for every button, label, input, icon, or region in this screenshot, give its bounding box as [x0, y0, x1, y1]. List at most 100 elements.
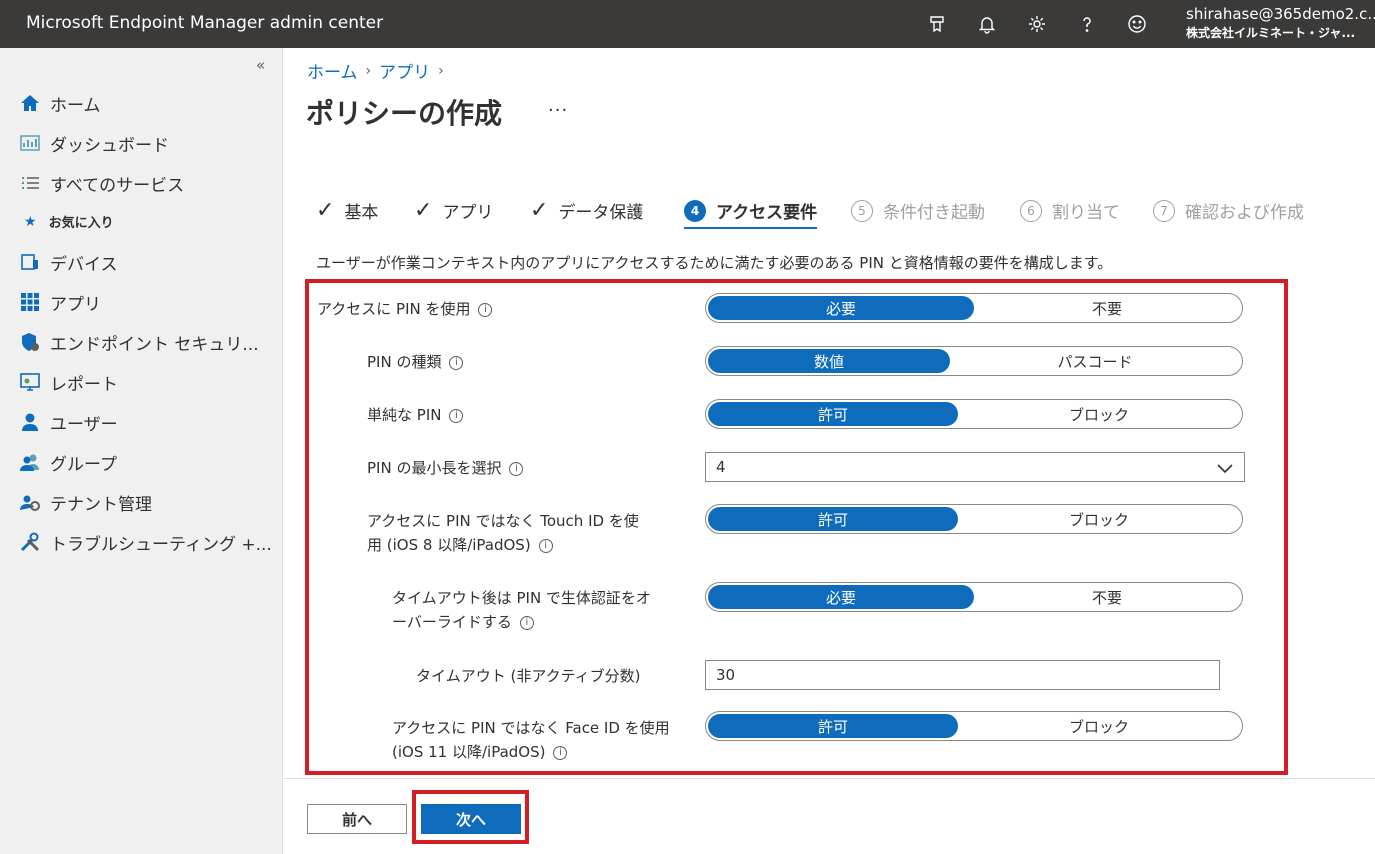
- app-title[interactable]: Microsoft Endpoint Manager admin center: [26, 13, 383, 33]
- top-bar: Microsoft Endpoint Manager admin center …: [0, 0, 1375, 48]
- sidebar-item-label: レポート: [50, 374, 118, 395]
- step-assignments[interactable]: 6 割り当て: [1020, 198, 1120, 223]
- pin-access-label: アクセスに PIN を使用 i: [317, 297, 493, 321]
- user-icon: [18, 410, 42, 434]
- feedback-icon[interactable]: [924, 11, 950, 37]
- step-apps[interactable]: ✓ アプリ: [414, 198, 493, 223]
- smiley-icon[interactable]: [1124, 11, 1150, 37]
- min-length-label: PIN の最小長を選択 i: [367, 456, 524, 480]
- group-icon: [18, 450, 42, 474]
- toggle-option-block[interactable]: ブロック: [958, 507, 1240, 531]
- simple-pin-label: 単純な PIN i: [367, 403, 464, 427]
- next-highlight-box: [412, 790, 529, 844]
- toggle-option-allow[interactable]: 許可: [708, 714, 958, 738]
- list-icon: [18, 171, 42, 195]
- star-icon: ★: [24, 213, 37, 230]
- sidebar-item-label: ダッシュボード: [50, 135, 169, 156]
- info-icon[interactable]: i: [538, 538, 553, 553]
- sidebar-item-groups[interactable]: グループ: [18, 448, 117, 476]
- toggle-option-required[interactable]: 必要: [708, 585, 974, 609]
- bell-icon[interactable]: [974, 11, 1000, 37]
- info-icon[interactable]: i: [509, 461, 524, 476]
- toggle-option-numeric[interactable]: 数値: [708, 349, 950, 373]
- info-icon[interactable]: i: [519, 615, 534, 630]
- breadcrumb-apps-link[interactable]: アプリ: [379, 58, 430, 83]
- home-icon: [18, 91, 42, 115]
- devices-icon: [18, 250, 42, 274]
- sidebar-item-label: デバイス: [50, 254, 118, 275]
- toggle-option-block[interactable]: ブロック: [958, 714, 1240, 738]
- footer-divider: [283, 778, 1375, 779]
- account-email: shirahase@365demo2.c...: [1186, 5, 1375, 23]
- sidebar-item-reports[interactable]: レポート: [18, 368, 118, 396]
- sidebar-item-label: ユーザー: [50, 414, 118, 435]
- previous-button[interactable]: 前へ: [307, 804, 407, 834]
- step-basics[interactable]: ✓ 基本: [316, 198, 378, 223]
- sidebar: « ホーム ダッシュボード すべてのサービス ★ お気に入り デバイス アプリ …: [0, 48, 283, 854]
- sidebar-item-label: エンドポイント セキュリ...: [50, 334, 259, 355]
- info-icon[interactable]: i: [449, 408, 464, 423]
- checkmark-icon: ✓: [414, 198, 433, 223]
- sidebar-item-troubleshooting[interactable]: トラブルシューティング +...: [18, 528, 272, 556]
- apps-icon: [18, 290, 42, 314]
- breadcrumb: ホーム › アプリ ›: [307, 58, 452, 84]
- sidebar-item-endpoint-security[interactable]: エンドポイント セキュリ...: [18, 328, 259, 356]
- step-review-create[interactable]: 7 確認および作成: [1153, 198, 1304, 223]
- sidebar-item-label: アプリ: [50, 294, 101, 315]
- checkmark-icon: ✓: [316, 198, 335, 223]
- biometric-override-toggle[interactable]: 必要 不要: [705, 582, 1243, 612]
- chevron-right-icon: ›: [438, 62, 444, 79]
- toggle-option-not-required[interactable]: 不要: [974, 585, 1240, 609]
- pin-access-toggle[interactable]: 必要 不要: [705, 293, 1243, 323]
- pin-type-toggle[interactable]: 数値 パスコード: [705, 346, 1243, 376]
- sidebar-item-label: トラブルシューティング +...: [50, 534, 272, 555]
- info-icon[interactable]: i: [478, 302, 493, 317]
- touch-id-toggle[interactable]: 許可 ブロック: [705, 504, 1243, 534]
- sidebar-item-devices[interactable]: デバイス: [18, 248, 118, 276]
- sidebar-item-users[interactable]: ユーザー: [18, 408, 118, 436]
- checkmark-icon: ✓: [530, 198, 549, 223]
- collapse-sidebar-button[interactable]: «: [256, 56, 265, 74]
- toggle-option-block[interactable]: ブロック: [958, 402, 1240, 426]
- simple-pin-toggle[interactable]: 許可 ブロック: [705, 399, 1243, 429]
- biometric-override-label: タイムアウト後は PIN で生体認証をオ ーバーライドする i: [392, 589, 651, 631]
- info-icon[interactable]: i: [553, 745, 568, 760]
- help-icon[interactable]: [1074, 11, 1100, 37]
- step-conditional-launch[interactable]: 5 条件付き起動: [851, 198, 985, 223]
- toggle-option-not-required[interactable]: 不要: [974, 296, 1240, 320]
- step-number: 5: [851, 199, 873, 222]
- step-number: 4: [684, 199, 706, 222]
- toggle-option-passcode[interactable]: パスコード: [950, 349, 1240, 373]
- active-step-underline: [684, 227, 818, 229]
- more-options-button[interactable]: ···: [548, 100, 568, 121]
- sidebar-item-label: グループ: [50, 454, 117, 475]
- breadcrumb-home-link[interactable]: ホーム: [307, 58, 358, 83]
- favorites-header: ★ お気に入り: [24, 213, 114, 232]
- section-description: ユーザーが作業コンテキスト内のアプリにアクセスするために満たす必要のある PIN…: [316, 254, 1113, 272]
- step-access-requirements[interactable]: 4 アクセス要件: [684, 198, 818, 229]
- step-data-protection[interactable]: ✓ データ保護: [530, 198, 643, 223]
- account-org: 株式会社イルミネート・ジャ...: [1186, 26, 1356, 40]
- toggle-option-allow[interactable]: 許可: [708, 402, 958, 426]
- page-title: ポリシーの作成: [306, 97, 503, 130]
- gear-icon[interactable]: [1024, 11, 1050, 37]
- toggle-option-required[interactable]: 必要: [708, 296, 974, 320]
- sidebar-item-apps[interactable]: アプリ: [18, 288, 101, 316]
- sidebar-item-label: ホーム: [50, 95, 101, 116]
- step-number: 7: [1153, 199, 1175, 222]
- min-length-dropdown[interactable]: 4: [705, 452, 1245, 482]
- sidebar-item-tenant-admin[interactable]: テナント管理: [18, 488, 152, 516]
- face-id-toggle[interactable]: 許可 ブロック: [705, 711, 1243, 741]
- face-id-label: アクセスに PIN ではなく Face ID を使用 (iOS 11 以降/iP…: [392, 719, 670, 761]
- reports-icon: [18, 370, 42, 394]
- timeout-label: タイムアウト (非アクティブ分数): [416, 667, 641, 685]
- sidebar-item-home[interactable]: ホーム: [18, 89, 101, 117]
- tenant-gear-icon: [18, 490, 42, 514]
- account-menu[interactable]: shirahase@365demo2.c... 株式会社イルミネート・ジャ...: [1186, 4, 1375, 42]
- sidebar-item-all-services[interactable]: すべてのサービス: [18, 169, 184, 197]
- timeout-input[interactable]: 30: [705, 660, 1220, 690]
- info-icon[interactable]: i: [449, 355, 464, 370]
- toggle-option-allow[interactable]: 許可: [708, 507, 958, 531]
- touch-id-label: アクセスに PIN ではなく Touch ID を使 用 (iOS 8 以降/i…: [367, 512, 639, 554]
- sidebar-item-dashboard[interactable]: ダッシュボード: [18, 129, 169, 157]
